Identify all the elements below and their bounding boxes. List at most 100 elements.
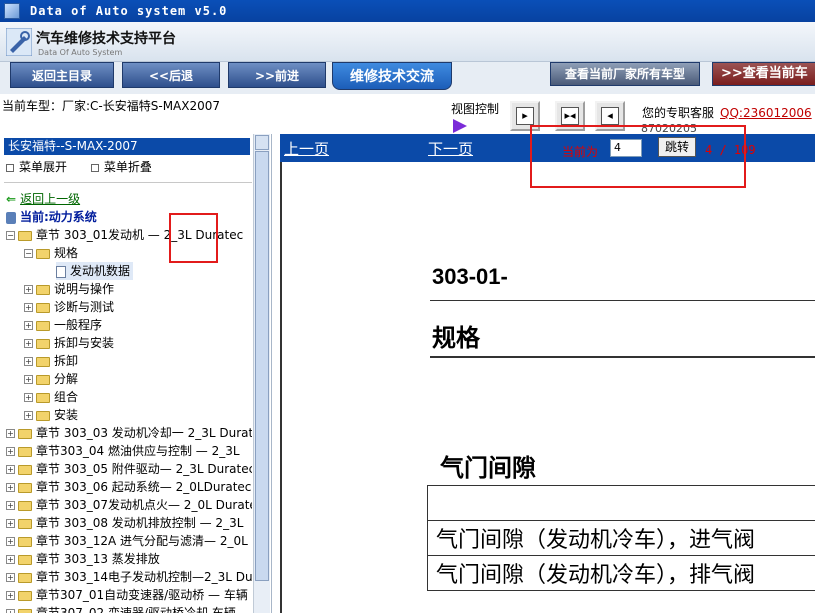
table-row: 气门间隙（发动机冷车），进气阀 (427, 520, 815, 556)
tree-chapter[interactable]: + 章节 303_05 附件驱动— 2_3L Duratec (6, 460, 252, 478)
tree-subnode[interactable]: + 一般程序 (24, 316, 102, 334)
support-qq-link[interactable]: QQ:236012006 (720, 106, 812, 120)
chapter-label: 章节303_04 燃油供应与控制 — 2_3L (36, 444, 240, 458)
folder-icon (18, 572, 32, 583)
scroll-up-icon[interactable] (255, 135, 269, 150)
tree-subnode[interactable]: + 组合 (24, 388, 78, 406)
back-up-link[interactable]: ⇐ 返回上一级 (6, 190, 80, 208)
expand-node-icon: + (24, 285, 33, 294)
folder-icon (36, 302, 50, 313)
folder-icon (18, 554, 32, 565)
tree-chapter[interactable]: + 章节 303_12A 进气分配与滤清— 2_0L (6, 532, 248, 550)
tree-chapter[interactable]: + 章节307_02 变速器/驱动桥冷却 车辆 (6, 604, 236, 613)
collapse-all-button[interactable]: 菜单折叠 (90, 160, 162, 174)
tree-engine-data-node[interactable]: 发动机数据 (56, 262, 134, 280)
system-icon (6, 211, 16, 224)
folder-icon (18, 464, 32, 475)
app-subtitle: Data Of Auto System (38, 48, 123, 57)
back-button[interactable]: <<后退 (122, 62, 220, 88)
tree-chapter[interactable]: + 章节 303_14电子发动机控制—2_3L Duratec (6, 568, 252, 586)
tree-chapter[interactable]: + 章节303_04 燃油供应与控制 — 2_3L (6, 442, 240, 460)
view-arrow-icon (453, 119, 467, 133)
tree-viewport: 长安福特--S-MAX-2007 菜单展开 菜单折叠 ⇐ 返回上一级 当前:动力系… (0, 134, 252, 613)
tree-scrollbar[interactable] (253, 134, 270, 613)
expand-node-icon: + (6, 519, 15, 528)
prev-page-link[interactable]: 上一页 (284, 138, 329, 159)
chapter-label: 章节 303_03 发动机冷却一 2_3L Duratec (36, 426, 252, 440)
expand-node-icon: + (6, 465, 15, 474)
home-button[interactable]: 返回主目录 (10, 62, 114, 88)
tree-actions: 菜单展开 菜单折叠 (6, 158, 172, 175)
folder-icon (18, 536, 32, 547)
section-rule (430, 300, 815, 301)
folder-icon (36, 248, 50, 259)
tree-title: 长安福特--S-MAX-2007 (4, 138, 250, 155)
tree-chapter[interactable]: + 章节 303_03 发动机冷却一 2_3L Duratec (6, 424, 252, 442)
next-page-link[interactable]: 下一页 (428, 138, 473, 159)
folder-icon (18, 518, 32, 529)
current-car-button[interactable]: >>查看当前车 (712, 62, 815, 86)
table-row: 气门间隙（发动机冷车），排气阀 (427, 555, 815, 591)
table-cell (427, 485, 815, 521)
tree-spec-node[interactable]: − 规格 (24, 244, 78, 262)
tree-chapter[interactable]: + 章节 303_08 发动机排放控制 — 2_3L (6, 514, 243, 532)
all-cars-button[interactable]: 查看当前厂家所有车型 (550, 62, 700, 86)
collapse-node-icon: − (24, 249, 33, 258)
chapter-label: 章节307_02 变速器/驱动桥冷却 车辆 (36, 606, 236, 613)
folder-icon (18, 446, 32, 457)
doc-heading: 规格 (432, 323, 480, 352)
expand-node-icon: + (6, 609, 15, 613)
folder-icon (36, 410, 50, 421)
title-bar: Data of Auto system v5.0 (0, 0, 815, 22)
folder-icon (18, 428, 32, 439)
app-icon (4, 3, 20, 19)
spec-label: 规格 (54, 246, 79, 260)
double-page-icon: ▸◂ (561, 107, 579, 125)
forward-button[interactable]: >>前进 (228, 62, 326, 88)
expand-node-icon: + (24, 393, 33, 402)
app-name: 汽车维修技术支持平台 (36, 31, 176, 47)
doc-subheading: 气门间隙 (440, 453, 536, 482)
highlight-box-tree (169, 213, 218, 263)
tree-subnode[interactable]: + 拆卸与安装 (24, 334, 114, 352)
subnode-label: 说明与操作 (54, 282, 115, 296)
chapter-label: 章节 303_12A 进气分配与滤清— 2_0L (36, 534, 248, 548)
tree-chapter[interactable]: + 章节 303_13 蒸发排放 (6, 550, 160, 568)
chapter-label: 章节 303_06 起动系统— 2_0LDuratec (36, 480, 252, 494)
tree-chapter[interactable]: + 章节307_01自动变速器/驱动桥 — 车辆 (6, 586, 248, 604)
expand-node-icon: + (24, 339, 33, 348)
chapter-label: 章节307_01自动变速器/驱动桥 — 车辆 (36, 588, 248, 602)
scroll-thumb[interactable] (255, 151, 269, 581)
table-row (427, 485, 815, 521)
expand-all-button[interactable]: 菜单展开 (6, 160, 77, 174)
app-header: 汽车维修技术支持平台 Data Of Auto System (0, 22, 815, 62)
collapse-icon (90, 163, 99, 172)
tree-chapter[interactable]: + 章节 303_06 起动系统— 2_0LDuratec (6, 478, 251, 496)
tree-subnode[interactable]: + 说明与操作 (24, 280, 114, 298)
tree-subnode[interactable]: + 诊断与测试 (24, 298, 114, 316)
view-control-label: 视图控制 (451, 102, 500, 116)
subnode-label: 分解 (54, 372, 79, 386)
tree-subnode[interactable]: + 拆卸 (24, 352, 78, 370)
tree-chapter[interactable]: + 章节 303_07发动机点火— 2_0L Duratec (6, 496, 252, 514)
expand-node-icon: + (6, 429, 15, 438)
chapter-label: 章节 303_07发动机点火— 2_0L Duratec (36, 498, 252, 512)
navigation-tree-panel: 长安福特--S-MAX-2007 菜单展开 菜单折叠 ⇐ 返回上一级 当前:动力系… (0, 134, 272, 613)
window-title: Data of Auto system v5.0 (30, 4, 228, 18)
collapse-node-icon: − (6, 231, 15, 240)
subnode-label: 组合 (54, 390, 79, 404)
expand-node-icon: + (24, 375, 33, 384)
expand-all-label: 菜单展开 (19, 160, 68, 174)
nav-bar: 返回主目录 <<后退 >>前进 维修技术交流 查看当前厂家所有车型 >>查看当前… (0, 62, 815, 94)
expand-node-icon: + (24, 411, 33, 420)
section-code: 303-01- (432, 264, 508, 289)
tree-subnode[interactable]: + 分解 (24, 370, 78, 388)
folder-icon (36, 392, 50, 403)
folder-icon (18, 608, 32, 613)
forum-button[interactable]: 维修技术交流 (332, 62, 452, 90)
heading-rule (430, 356, 815, 358)
single-page-icon: ▸ (516, 107, 534, 125)
support-label: 您的专职客服 (642, 106, 715, 120)
folder-icon (36, 338, 50, 349)
tree-subnode[interactable]: + 安装 (24, 406, 78, 424)
